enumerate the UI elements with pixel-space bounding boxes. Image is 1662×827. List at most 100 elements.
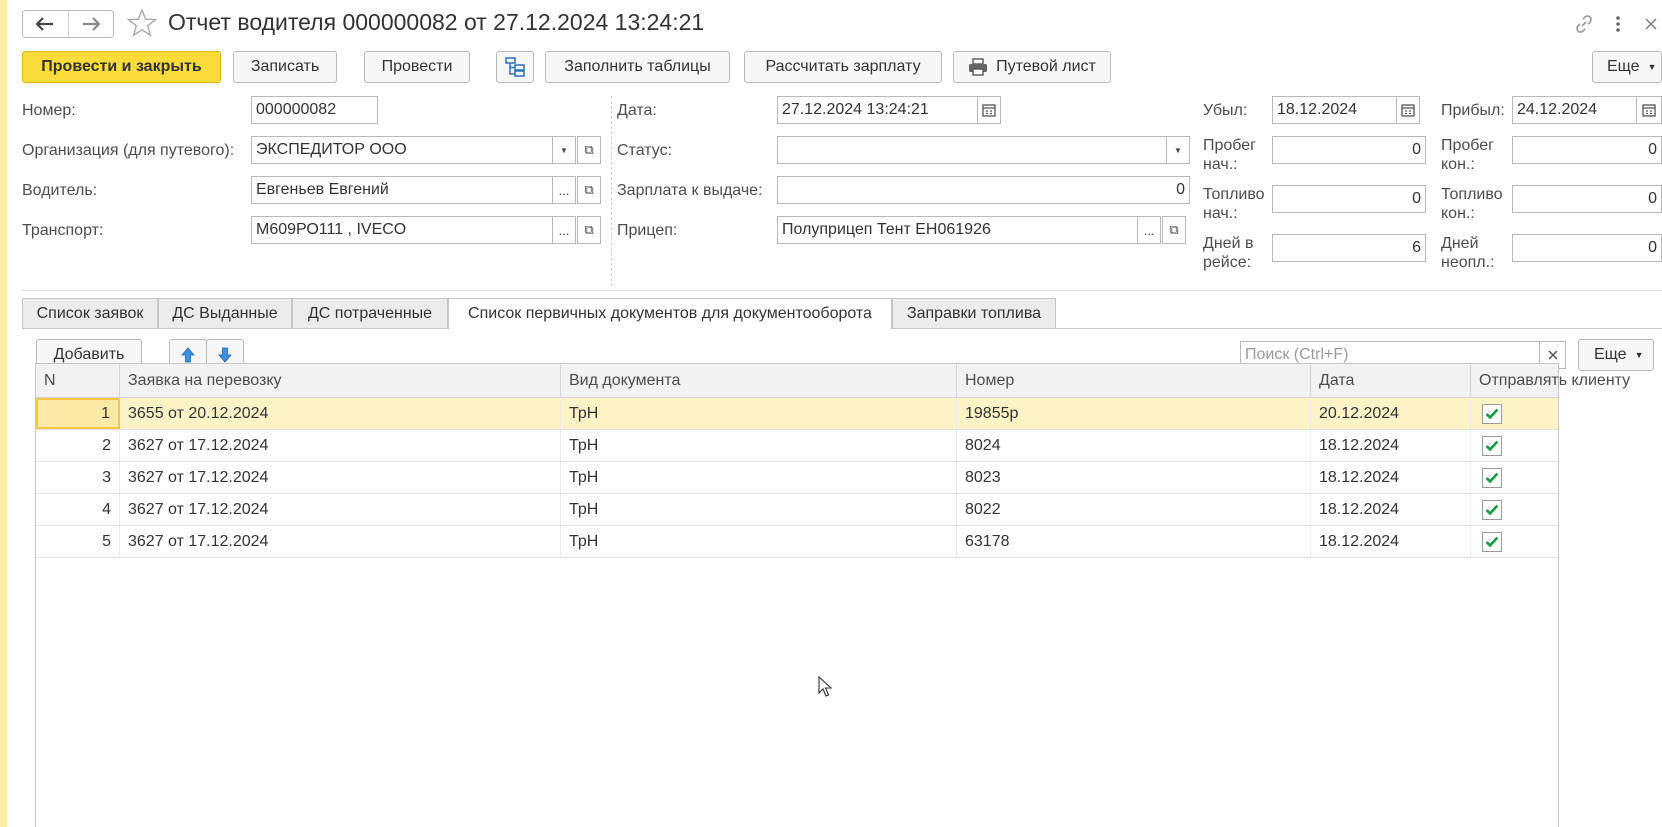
cell-request[interactable]: 3627 от 17.12.2024: [120, 494, 561, 525]
table-row[interactable]: 3 3627 от 17.12.2024 ТрН 8023 18.12.2024: [36, 462, 1558, 494]
cell-date[interactable]: 20.12.2024: [1311, 398, 1471, 429]
send-checkbox[interactable]: [1482, 531, 1502, 552]
org-open-button[interactable]: ⧉: [577, 136, 601, 164]
column-header-n[interactable]: N: [36, 364, 120, 397]
more-vertical-icon[interactable]: [1607, 13, 1629, 35]
date-calendar-button[interactable]: [977, 96, 1001, 124]
send-checkbox[interactable]: [1482, 467, 1502, 488]
cell-n[interactable]: 2: [36, 430, 120, 461]
waybill-button[interactable]: Путевой лист: [953, 51, 1111, 83]
cell-request[interactable]: 3627 от 17.12.2024: [120, 526, 561, 557]
days-unpaid-field[interactable]: 0: [1512, 234, 1662, 262]
table-more-button[interactable]: Еще ▼: [1578, 339, 1654, 371]
favorite-star-icon[interactable]: [126, 8, 158, 38]
cell-n[interactable]: 1: [36, 398, 120, 429]
tab-requests[interactable]: Список заявок: [22, 298, 158, 328]
cell-date[interactable]: 18.12.2024: [1311, 526, 1471, 557]
trailer-field[interactable]: Полуприцеп Тент ЕН061926: [777, 216, 1138, 244]
driver-field[interactable]: Евгеньев Евгений: [251, 176, 553, 204]
post-button[interactable]: Провести: [364, 51, 470, 83]
table-row[interactable]: 2 3627 от 17.12.2024 ТрН 8024 18.12.2024: [36, 430, 1558, 462]
column-header-date[interactable]: Дата: [1311, 364, 1471, 397]
column-header-doc-type[interactable]: Вид документа: [561, 364, 957, 397]
cell-send[interactable]: [1471, 526, 1558, 557]
fuel-start-field[interactable]: 0: [1272, 185, 1426, 213]
calendar-icon: [982, 104, 996, 117]
cell-number[interactable]: 8022: [957, 494, 1311, 525]
cell-n[interactable]: 5: [36, 526, 120, 557]
cell-request[interactable]: 3627 от 17.12.2024: [120, 462, 561, 493]
arrived-calendar-button[interactable]: [1636, 96, 1662, 124]
structure-button[interactable]: [496, 51, 534, 83]
trailer-select-button[interactable]: ...: [1137, 216, 1161, 244]
cell-doc-type[interactable]: ТрН: [561, 462, 957, 493]
status-field[interactable]: [777, 136, 1167, 164]
post-and-close-button[interactable]: Провести и закрыть: [22, 51, 221, 83]
save-button[interactable]: Записать: [233, 51, 337, 83]
table-row[interactable]: 1 3655 от 20.12.2024 ТрН 19855р 20.12.20…: [36, 398, 1558, 430]
driver-select-button[interactable]: ...: [552, 176, 576, 204]
cell-number[interactable]: 63178: [957, 526, 1311, 557]
cell-doc-type[interactable]: ТрН: [561, 494, 957, 525]
cell-date[interactable]: 18.12.2024: [1311, 430, 1471, 461]
cell-doc-type[interactable]: ТрН: [561, 430, 957, 461]
forward-button[interactable]: [67, 11, 114, 37]
table-row[interactable]: 4 3627 от 17.12.2024 ТрН 8022 18.12.2024: [36, 494, 1558, 526]
cell-number[interactable]: 19855р: [957, 398, 1311, 429]
cell-n[interactable]: 3: [36, 462, 120, 493]
transport-open-button[interactable]: ⧉: [577, 216, 601, 244]
tab-cash-spent[interactable]: ДС потраченные: [292, 298, 448, 328]
cell-date[interactable]: 18.12.2024: [1311, 494, 1471, 525]
org-field[interactable]: ЭКСПЕДИТОР ООО: [251, 136, 553, 164]
cell-send[interactable]: [1471, 494, 1558, 525]
cell-request[interactable]: 3627 от 17.12.2024: [120, 430, 561, 461]
cell-number[interactable]: 8024: [957, 430, 1311, 461]
table-row[interactable]: 5 3627 от 17.12.2024 ТрН 63178 18.12.202…: [36, 526, 1558, 558]
link-icon[interactable]: [1573, 13, 1595, 35]
send-checkbox[interactable]: [1482, 499, 1502, 520]
cell-n[interactable]: 4: [36, 494, 120, 525]
transport-field[interactable]: М609РО111 , IVECO: [251, 216, 553, 244]
tab-cash-issued[interactable]: ДС Выданные: [158, 298, 292, 328]
back-button[interactable]: [23, 11, 68, 37]
tab-fuel-refills[interactable]: Заправки топлива: [892, 298, 1056, 328]
trailer-open-button[interactable]: ⧉: [1162, 216, 1186, 244]
date-label: Дата:: [617, 102, 657, 119]
column-header-number[interactable]: Номер: [957, 364, 1311, 397]
org-dropdown-button[interactable]: ▼: [552, 136, 576, 164]
fill-tables-button[interactable]: Заполнить таблицы: [545, 51, 730, 83]
driver-open-button[interactable]: ⧉: [577, 176, 601, 204]
departed-field[interactable]: 18.12.2024: [1272, 96, 1397, 124]
mileage-end-field[interactable]: 0: [1512, 136, 1662, 164]
send-checkbox[interactable]: [1482, 403, 1502, 424]
column-header-send[interactable]: Отправлять клиенту: [1471, 364, 1630, 397]
cell-request[interactable]: 3655 от 20.12.2024: [120, 398, 561, 429]
number-field[interactable]: 000000082: [251, 96, 378, 124]
more-button[interactable]: Еще ▼: [1592, 51, 1662, 83]
arrived-field[interactable]: 24.12.2024: [1512, 96, 1637, 124]
calc-salary-button[interactable]: Рассчитать зарплату: [744, 51, 942, 83]
cell-send[interactable]: [1471, 462, 1558, 493]
tab-primary-documents[interactable]: Список первичных документов для документ…: [448, 298, 892, 329]
cell-doc-type[interactable]: ТрН: [561, 526, 957, 557]
fuel-end-field[interactable]: 0: [1512, 185, 1662, 213]
cell-number[interactable]: 8023: [957, 462, 1311, 493]
cell-send[interactable]: [1471, 430, 1558, 461]
open-window-icon: ⧉: [584, 222, 594, 237]
column-divider: [611, 96, 612, 286]
days-trip-field[interactable]: 6: [1272, 234, 1426, 262]
cell-date[interactable]: 18.12.2024: [1311, 462, 1471, 493]
salary-field[interactable]: 0: [777, 176, 1190, 204]
column-header-request[interactable]: Заявка на перевозку: [120, 364, 561, 397]
forward-arrow-icon: [82, 17, 100, 31]
cell-send[interactable]: [1471, 398, 1558, 429]
date-field[interactable]: 27.12.2024 13:24:21: [777, 96, 978, 124]
status-dropdown-button[interactable]: ▼: [1166, 136, 1190, 164]
fuel-start-label: Топливо нач.:: [1203, 185, 1265, 223]
transport-select-button[interactable]: ...: [552, 216, 576, 244]
mileage-start-field[interactable]: 0: [1272, 136, 1426, 164]
close-icon[interactable]: [1640, 13, 1662, 35]
send-checkbox[interactable]: [1482, 435, 1502, 456]
departed-calendar-button[interactable]: [1396, 96, 1420, 124]
cell-doc-type[interactable]: ТрН: [561, 398, 957, 429]
